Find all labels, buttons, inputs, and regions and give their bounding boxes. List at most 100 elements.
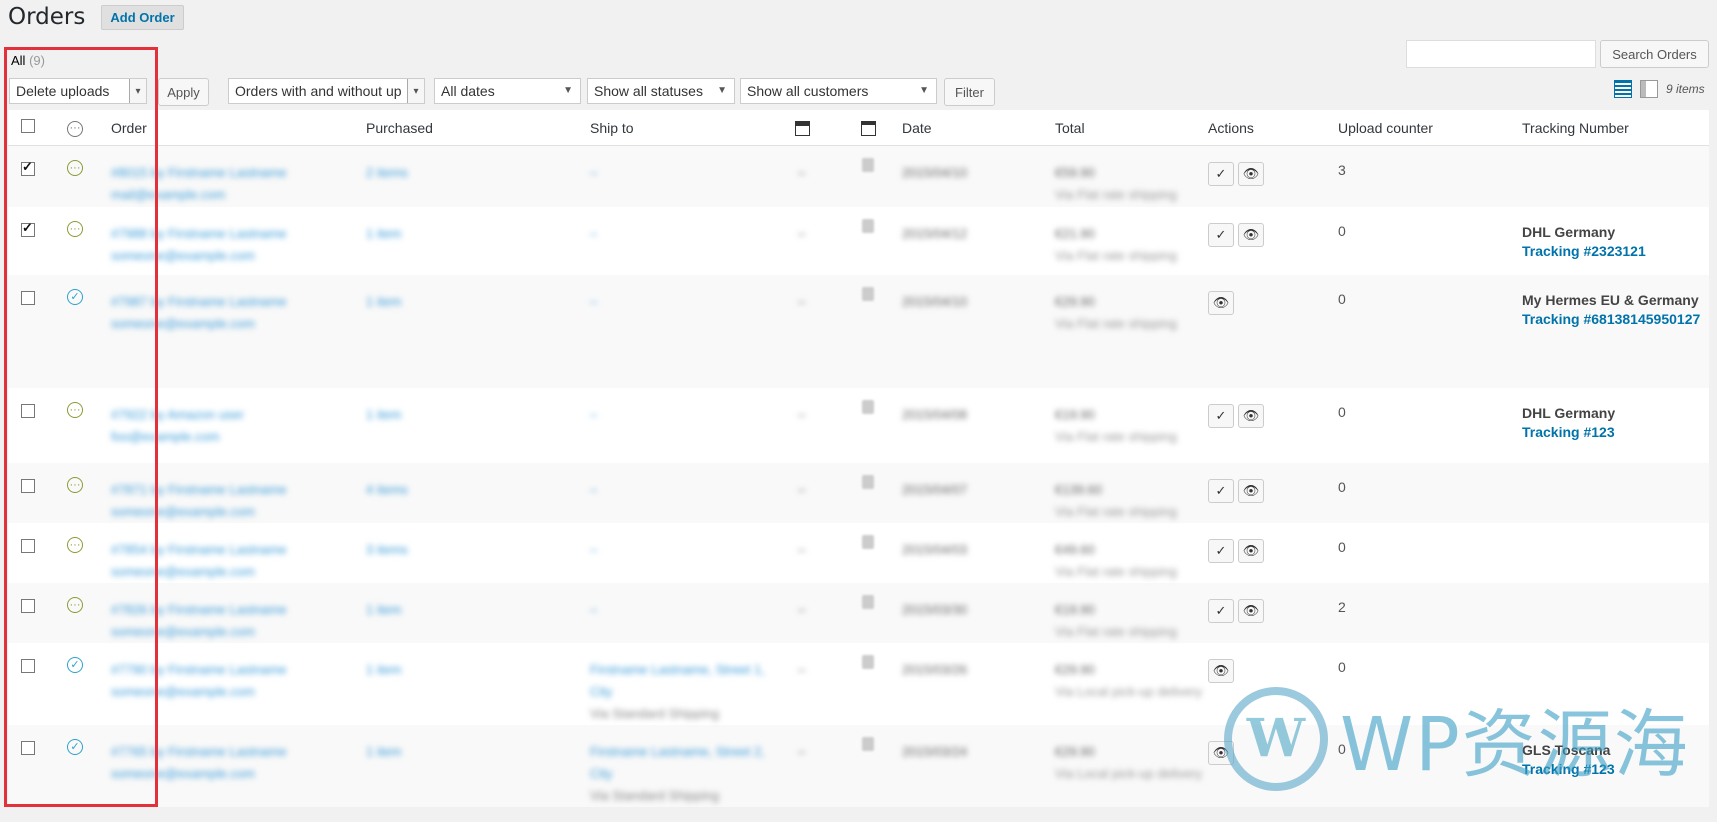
purchased-link[interactable]: 2 items	[366, 162, 590, 184]
complete-action-button[interactable]: ✓	[1208, 403, 1234, 428]
purchased-link[interactable]: 1 item	[366, 223, 590, 245]
order-link[interactable]: #7988 by Firstname Lastname	[111, 223, 366, 245]
row-checkbox[interactable]	[21, 290, 35, 305]
excerpt-view-icon[interactable]	[1640, 80, 1658, 98]
purchased-link[interactable]: 3 items	[366, 539, 590, 561]
order-email[interactable]: someone@example.com	[111, 561, 366, 583]
order-link[interactable]: #7765 by Firstname Lastname	[111, 741, 366, 763]
view-all-filter[interactable]: All (9)	[11, 53, 45, 68]
order-link[interactable]: #7987 by Firstname Lastname	[111, 291, 366, 313]
table-row[interactable]: ··· #7854 by Firstname Lastname someone@ex…	[8, 522, 1709, 583]
ship-to-address[interactable]: –	[590, 223, 790, 245]
total-column-header[interactable]: Total	[1055, 110, 1208, 146]
select-all-checkbox[interactable]	[21, 119, 35, 133]
status-filter-select[interactable]: Show all statuses ▼	[587, 78, 735, 104]
order-link[interactable]: #8015 by Firstname Lastname	[111, 162, 366, 184]
purchased-link[interactable]: 1 item	[366, 291, 590, 313]
view-all-label[interactable]: All	[11, 53, 25, 68]
row-select-cell[interactable]	[8, 206, 63, 275]
table-row[interactable]: ✓ #7987 by Firstname Lastname someone@exam…	[8, 274, 1709, 388]
filter-button[interactable]: Filter	[944, 78, 995, 106]
order-link[interactable]: #7871 by Firstname Lastname	[111, 479, 366, 501]
order-email[interactable]: someone@example.com	[111, 245, 366, 267]
view-action-button[interactable]: 👁	[1208, 290, 1234, 315]
row-checkbox[interactable]	[21, 538, 35, 553]
row-checkbox[interactable]	[21, 403, 35, 418]
list-view-icon[interactable]	[1614, 80, 1632, 98]
ship-to-column-header[interactable]: Ship to	[590, 110, 790, 146]
tracking-link[interactable]: Tracking #2323121	[1522, 242, 1709, 261]
complete-action-button[interactable]: ✓	[1208, 598, 1234, 623]
ship-to-address[interactable]: Firstname Lastname, Street 1, City	[590, 659, 790, 703]
apply-button[interactable]: Apply	[158, 78, 209, 106]
purchased-link[interactable]: 1 item	[366, 741, 590, 763]
order-column-header[interactable]: Order	[111, 110, 366, 146]
row-select-cell[interactable]	[8, 642, 63, 725]
bulk-action-select[interactable]: Delete uploads ▾	[9, 78, 147, 104]
row-select-cell[interactable]	[8, 387, 63, 463]
row-checkbox[interactable]	[21, 658, 35, 673]
purchased-link[interactable]: 1 item	[366, 659, 590, 681]
purchased-link[interactable]: 1 item	[366, 404, 590, 426]
ship-to-address[interactable]: –	[590, 599, 790, 621]
ship-to-cell: –	[590, 145, 790, 207]
ship-to-address[interactable]: –	[590, 479, 790, 501]
row-checkbox[interactable]	[21, 740, 35, 755]
row-select-cell[interactable]	[8, 724, 63, 807]
view-action-button[interactable]: 👁	[1238, 478, 1264, 503]
row-select-cell[interactable]	[8, 145, 63, 207]
ship-to-address[interactable]: –	[590, 162, 790, 184]
row-checkbox[interactable]	[21, 220, 35, 237]
order-email[interactable]: someone@example.com	[111, 621, 366, 643]
table-row[interactable]: ··· #7826 by Firstname Lastname someone@ex…	[8, 582, 1709, 643]
purchased-link[interactable]: 1 item	[366, 599, 590, 621]
row-select-cell[interactable]	[8, 522, 63, 583]
table-row[interactable]: ··· #7988 by Firstname Lastnamesomeone@ex…	[8, 206, 1709, 275]
tracking-link[interactable]: Tracking #68138145950127	[1522, 310, 1709, 329]
table-row[interactable]: ··· #8015 by Firstname Lastnamemail@examp…	[8, 145, 1709, 207]
ship-to-address[interactable]: Firstname Lastname, Street 2, City	[590, 741, 790, 785]
search-input[interactable]	[1406, 40, 1596, 68]
table-row[interactable]: ··· #7871 by Firstname Lastname someone@ex…	[8, 462, 1709, 523]
view-action-button[interactable]: 👁	[1238, 162, 1264, 186]
add-order-button[interactable]: Add Order	[101, 4, 184, 30]
order-email[interactable]: someone@example.com	[111, 763, 366, 785]
table-row[interactable]: ··· #7922 by Amazon user foo@example.com 1 …	[8, 387, 1709, 463]
date-column-header[interactable]: Date	[902, 110, 1055, 146]
customer-filter-select[interactable]: Show all customers ▼	[740, 78, 937, 104]
purchased-link[interactable]: 4 items	[366, 479, 590, 501]
order-link[interactable]: #7826 by Firstname Lastname	[111, 599, 366, 621]
ship-to-address[interactable]: –	[590, 291, 790, 313]
row-checkbox[interactable]	[21, 598, 35, 613]
row-checkbox[interactable]	[21, 478, 35, 493]
complete-action-button[interactable]: ✓	[1208, 222, 1234, 247]
ship-to-address[interactable]: –	[590, 404, 790, 426]
order-email[interactable]: mail@example.com	[111, 184, 366, 206]
view-action-button[interactable]: 👁	[1238, 538, 1264, 563]
row-select-cell[interactable]	[8, 582, 63, 643]
row-checkbox[interactable]	[21, 159, 35, 176]
search-orders-button[interactable]: Search Orders	[1600, 40, 1709, 68]
status-header[interactable]: ···	[63, 110, 111, 146]
row-select-cell[interactable]	[8, 462, 63, 523]
row-select-cell[interactable]	[8, 274, 63, 388]
select-all-header[interactable]	[8, 110, 63, 146]
order-email[interactable]: someone@example.com	[111, 313, 366, 335]
complete-action-button[interactable]: ✓	[1208, 538, 1234, 563]
order-link[interactable]: #7922 by Amazon user	[111, 404, 366, 426]
view-action-button[interactable]: 👁	[1238, 598, 1264, 623]
ship-to-address[interactable]: –	[590, 539, 790, 561]
view-action-button[interactable]: 👁	[1238, 403, 1264, 428]
order-email[interactable]: someone@example.com	[111, 681, 366, 703]
view-action-button[interactable]: 👁	[1208, 658, 1234, 683]
order-email[interactable]: someone@example.com	[111, 501, 366, 523]
order-link[interactable]: #7854 by Firstname Lastname	[111, 539, 366, 561]
complete-action-button[interactable]: ✓	[1208, 478, 1234, 503]
tracking-link[interactable]: Tracking #123	[1522, 423, 1709, 442]
date-filter-select[interactable]: All dates ▼	[434, 78, 581, 104]
order-link[interactable]: #7790 by Firstname Lastname	[111, 659, 366, 681]
view-action-button[interactable]: 👁	[1238, 222, 1264, 247]
complete-action-button[interactable]: ✓	[1208, 162, 1234, 186]
order-email[interactable]: foo@example.com	[111, 426, 366, 448]
order-filter-select[interactable]: Orders with and without up ▾	[228, 78, 425, 104]
